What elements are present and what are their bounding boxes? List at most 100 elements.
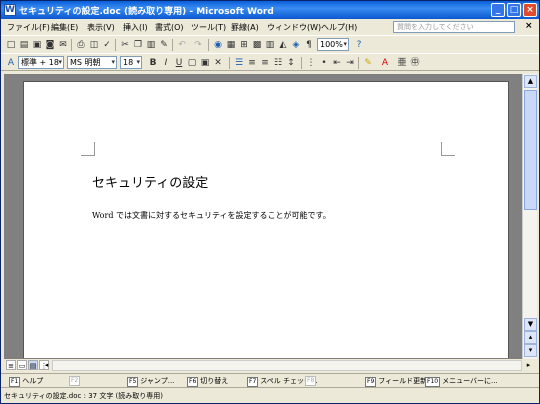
print-preview-icon[interactable]: ◫ — [88, 39, 100, 51]
fkey-text: メニューバーに... — [442, 377, 498, 385]
scroll-down-icon[interactable]: ▼ — [524, 318, 537, 331]
status-bar: セキュリティの設定.doc : 37 文字 (読み取り専用) — [1, 387, 539, 403]
fkey-f5[interactable]: F5 ジャンプ... — [127, 376, 174, 387]
document-page[interactable]: セキュリティの設定 Word では文書に対するセキュリティを設定することが可能で… — [23, 81, 509, 358]
crop-mark-top-right — [441, 142, 455, 156]
close-button[interactable]: × — [523, 3, 537, 17]
highlight-icon[interactable]: ✎ — [362, 57, 374, 69]
fkey-f2: F2 — [69, 376, 82, 386]
underline-button[interactable]: U — [173, 57, 185, 69]
increase-indent-icon[interactable]: ⇥ — [344, 57, 356, 69]
fkey-label: F9 — [365, 377, 377, 387]
fkey-f9[interactable]: F9 フィールド更新 — [365, 376, 427, 387]
permission-icon[interactable]: ◙ — [44, 39, 56, 51]
horizontal-scrollbar[interactable] — [52, 360, 522, 371]
help-icon[interactable]: ? — [353, 39, 365, 51]
open-folder-icon[interactable]: ▤ — [18, 39, 30, 51]
word-window: W セキュリティの設定.doc (読み取り専用) - Microsoft Wor… — [0, 0, 540, 404]
word-app-icon[interactable]: W — [4, 4, 16, 16]
minimize-button[interactable]: _ — [491, 3, 505, 17]
toolbar-separator — [115, 39, 116, 51]
decrease-indent-icon[interactable]: ⇤ — [331, 57, 343, 69]
font-value: MS 明朝 — [70, 58, 101, 67]
scroll-left-icon[interactable]: ◂ — [41, 360, 52, 371]
numbering-icon[interactable]: ⋮ — [305, 57, 317, 69]
menu-table[interactable]: 罫線(A) — [231, 22, 259, 33]
insert-table-icon[interactable]: ⊞ — [238, 39, 250, 51]
fkey-text: 切り替え — [200, 377, 229, 385]
phonetic-guide-icon[interactable]: 亜 — [396, 57, 408, 69]
bullets-icon[interactable]: • — [318, 57, 330, 69]
menu-view[interactable]: 表示(V) — [87, 22, 115, 33]
font-color-icon[interactable]: A — [379, 57, 391, 69]
undo-icon[interactable]: ↶ — [176, 39, 188, 51]
fkey-text: ジャンプ... — [140, 377, 175, 385]
menu-insert[interactable]: 挿入(I) — [123, 22, 148, 33]
align-justify-icon[interactable]: ☰ — [233, 57, 245, 69]
vertical-scrollbar[interactable]: ▲ ▼ ▴ ▾ — [522, 74, 537, 359]
menu-help[interactable]: ヘルプ(H) — [321, 22, 357, 33]
zoom-combo[interactable]: 100% ▾ — [317, 38, 349, 51]
previous-page-icon[interactable]: ▴ — [524, 331, 537, 344]
next-page-icon[interactable]: ▾ — [524, 344, 537, 357]
document-area[interactable]: セキュリティの設定 Word では文書に対するセキュリティを設定することが可能で… — [4, 74, 522, 359]
align-center-icon[interactable]: ≡ — [246, 57, 258, 69]
drawing-icon[interactable]: ◭ — [277, 39, 289, 51]
print-layout-view-icon[interactable]: ▤ — [28, 360, 38, 370]
fkey-f1[interactable]: F1 ヘルプ — [9, 376, 43, 387]
character-border-icon[interactable]: ▢ — [186, 57, 198, 69]
fkey-label: F1 — [9, 377, 21, 387]
menu-window[interactable]: ウィンドウ(W) — [267, 22, 321, 33]
scroll-right-icon[interactable]: ▸ — [523, 360, 534, 371]
menu-edit[interactable]: 編集(E) — [51, 22, 78, 33]
columns-icon[interactable]: ▥ — [264, 39, 276, 51]
hyperlink-icon[interactable]: ◉ — [212, 39, 224, 51]
bold-button[interactable]: B — [147, 57, 159, 69]
redo-icon[interactable]: ↷ — [192, 39, 204, 51]
font-combo[interactable]: MS 明朝 ▾ — [67, 56, 117, 69]
insert-excel-icon[interactable]: ▩ — [251, 39, 263, 51]
maximize-button[interactable]: □ — [507, 3, 521, 17]
show-hide-icon[interactable]: ¶ — [303, 39, 315, 51]
menu-format[interactable]: 書式(O) — [155, 22, 184, 33]
format-painter-icon[interactable]: ✎ — [158, 39, 170, 51]
style-combo[interactable]: 標準 + 18 ▾ — [18, 56, 64, 69]
zoom-value: 100% — [320, 40, 343, 49]
standard-toolbar: □ ▤ ▣ ◙ ✉ ⎙ ◫ ✓ ✂ ❐ ▥ ✎ ↶ ↷ ◉ ▦ ⊞ ▩ ▥ ◭ … — [1, 35, 539, 53]
enclose-characters-icon[interactable]: ㊥ — [409, 57, 421, 69]
menu-file[interactable]: ファイル(F) — [7, 22, 50, 33]
menu-tools[interactable]: ツール(T) — [191, 22, 226, 33]
help-question-input[interactable]: 質問を入力してください — [393, 21, 515, 33]
fkey-label: F7 — [247, 377, 259, 387]
scroll-thumb[interactable] — [524, 90, 537, 210]
fkey-label: F6 — [187, 377, 199, 387]
window-title: セキュリティの設定.doc (読み取り専用) - Microsoft Word — [19, 7, 274, 17]
styles-formatting-icon[interactable]: A — [5, 57, 17, 69]
align-right-icon[interactable]: ≡ — [259, 57, 271, 69]
web-layout-view-icon[interactable]: ▭ — [17, 360, 27, 370]
fkey-f6[interactable]: F6 切り替え — [187, 376, 228, 387]
tables-borders-icon[interactable]: ▦ — [225, 39, 237, 51]
character-scaling-icon[interactable]: ✕ — [212, 57, 224, 69]
document-map-icon[interactable]: ◈ — [290, 39, 302, 51]
new-document-icon[interactable]: □ — [5, 39, 17, 51]
character-shading-icon[interactable]: ▣ — [199, 57, 211, 69]
save-icon[interactable]: ▣ — [31, 39, 43, 51]
document-close-icon[interactable]: × — [525, 21, 533, 31]
italic-button[interactable]: I — [160, 57, 172, 69]
toolbar-separator — [208, 39, 209, 51]
normal-view-icon[interactable]: ≡ — [6, 360, 16, 370]
scroll-up-icon[interactable]: ▲ — [524, 75, 537, 88]
print-icon[interactable]: ⎙ — [75, 39, 87, 51]
email-icon[interactable]: ✉ — [57, 39, 69, 51]
copy-icon[interactable]: ❐ — [132, 39, 144, 51]
fkey-f10[interactable]: F10 メニューバーに... — [425, 376, 498, 387]
line-spacing-icon[interactable]: ↕ — [285, 57, 297, 69]
cut-icon[interactable]: ✂ — [119, 39, 131, 51]
chevron-down-icon: ▾ — [343, 40, 347, 48]
distributed-icon[interactable]: ☷ — [272, 57, 284, 69]
paste-icon[interactable]: ▥ — [145, 39, 157, 51]
spelling-icon[interactable]: ✓ — [101, 39, 113, 51]
toolbar-separator — [229, 57, 230, 69]
font-size-combo[interactable]: 18 ▾ — [120, 56, 142, 69]
